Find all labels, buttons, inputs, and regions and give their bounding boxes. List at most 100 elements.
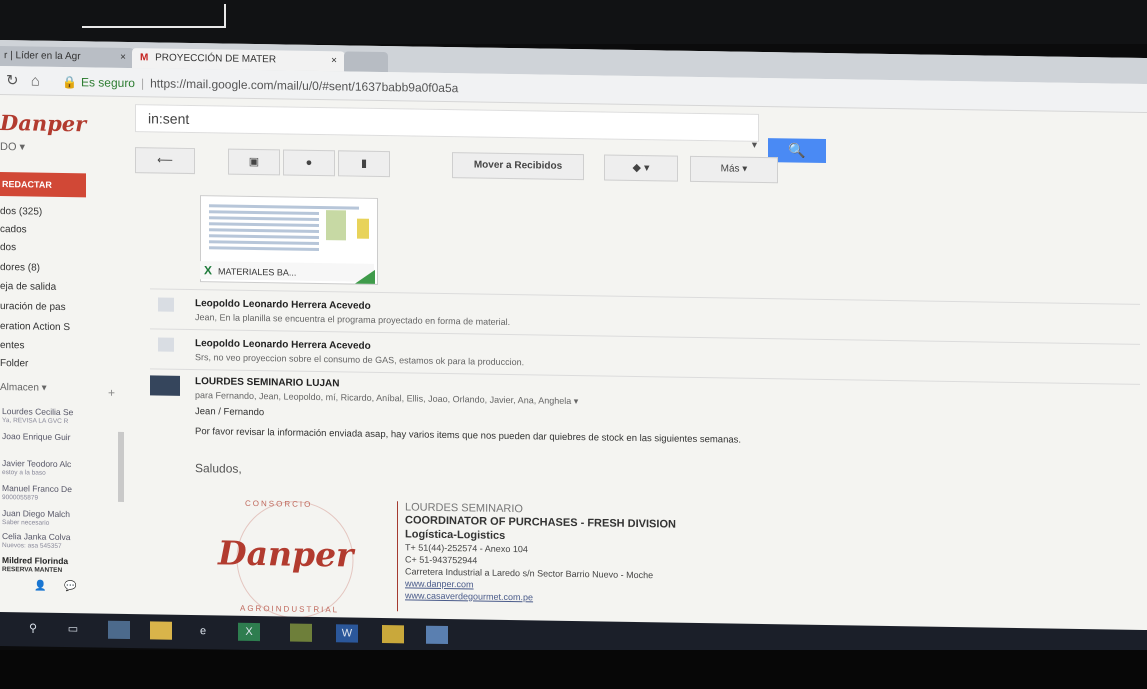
account-menu[interactable]: DO ▾ — [0, 140, 25, 153]
nav-buttons: ↻ ⌂ — [6, 71, 40, 90]
sticker-outline — [82, 4, 226, 28]
sheet-row — [209, 234, 319, 240]
signature-phone: T+ 51(44)-252574 - Anexo 104 — [405, 542, 528, 555]
close-tab-icon[interactable]: × — [331, 51, 337, 71]
message-salutation: Jean / Fernando — [195, 406, 265, 419]
lock-icon: 🔒 — [62, 74, 77, 90]
chat-contact[interactable]: Lourdes Cecilia Se Ya, REVISA LA GVC R — [2, 406, 73, 427]
sidebar-item-label-3[interactable]: entes — [0, 340, 24, 351]
delete-button[interactable]: ▮ — [338, 150, 390, 178]
url-field[interactable]: 🔒 Es seguro | https://mail.google.com/mail/… — [62, 75, 458, 95]
sidebar-item-starred[interactable]: cados — [0, 224, 27, 235]
attachment-name-bar[interactable]: X MATERIALES BA... — [200, 261, 374, 282]
message-recipients[interactable]: para Fernando, Jean, Leopoldo, mí, Ricar… — [195, 390, 578, 407]
tab-lider[interactable]: r | Líder en la Agr × — [0, 45, 134, 69]
folder-icon[interactable] — [150, 621, 172, 640]
close-tab-icon[interactable]: × — [120, 48, 126, 68]
danper-logo[interactable]: Danper — [0, 110, 86, 136]
chat-contact-status: 9000055879 — [2, 494, 39, 502]
sidebar-item-label-1[interactable]: uración de pas — [0, 301, 66, 313]
signature-department: Logística-Logistics — [405, 528, 506, 542]
file-explorer-icon[interactable] — [108, 620, 130, 640]
chat-status-almacen[interactable]: Almacen ▾ — [0, 382, 47, 394]
chat-contact-status: estoy a la baso — [2, 469, 46, 477]
search-icon[interactable]: ⚲ — [22, 619, 44, 637]
new-tab-button[interactable] — [344, 51, 388, 73]
report-spam-button[interactable]: ● — [283, 149, 335, 177]
back-button[interactable]: ⟵ — [135, 147, 195, 175]
seal-ring-top: CONSORCIO — [245, 498, 313, 509]
sheet-row — [209, 228, 319, 234]
chrome-icon[interactable] — [290, 623, 312, 642]
sidebar-item-inbox[interactable]: dos (325) — [0, 206, 42, 218]
sidebar-item-drafts[interactable]: dores (8) — [0, 262, 40, 274]
chat-contact[interactable]: Juan Diego Malch Saber necesario — [2, 508, 70, 529]
chat-contact[interactable]: Javier Teodoro Alc estoy a la baso — [2, 458, 71, 479]
tab-label: r | Líder en la Agr — [4, 50, 81, 63]
sidebar-item-sent[interactable]: dos — [0, 242, 16, 253]
chat-contact[interactable]: Mildred Florinda RESERVA MANTEN — [2, 555, 68, 576]
archive-icon: ▣ — [248, 155, 260, 169]
signature-name: LOURDES SEMINARIO — [405, 501, 523, 516]
archive-button[interactable]: ▣ — [228, 148, 280, 176]
spam-icon: ● — [305, 156, 313, 169]
avatar — [150, 375, 180, 396]
signature-web-link[interactable]: www.casaverdegourmet.com.pe — [405, 590, 533, 602]
chat-contact-status: Ya, REVISA LA GVC R — [2, 417, 69, 426]
secure-label: Es seguro — [80, 75, 135, 91]
url-text: https://mail.google.com/mail/u/0/#sent/1… — [150, 76, 459, 96]
message-body: Por favor revisar la información enviada… — [195, 426, 742, 446]
sheet-highlight — [357, 218, 369, 239]
sidebar-item-label-2[interactable]: eration Action S — [0, 321, 70, 333]
refresh-icon[interactable]: ↻ — [6, 72, 19, 89]
message-sender: Leopoldo Leonardo Herrera Acevedo — [195, 298, 371, 312]
word-icon[interactable]: W — [336, 624, 358, 643]
attachment-filename: MATERIALES BA... — [218, 266, 297, 278]
sidebar-item-folder[interactable]: Folder — [0, 358, 28, 369]
sheet-row — [209, 210, 319, 216]
message-sender: Leopoldo Leonardo Herrera Acevedo — [195, 338, 371, 352]
person-icon[interactable]: 👤 — [34, 581, 46, 592]
signature-cell: C+ 51-943752944 — [405, 554, 478, 566]
hangouts-icon[interactable]: 💬 — [64, 581, 76, 592]
chat-contact[interactable]: Celia Janka Colva Nuevos: asa 545357 — [2, 531, 71, 552]
chat-contact-status: RESERVA MANTEN — [2, 566, 63, 574]
sheet-row — [209, 240, 319, 246]
gmail-icon: M — [140, 52, 149, 64]
search-icon: 🔍 — [788, 142, 806, 159]
trash-icon: ▮ — [360, 157, 368, 170]
message-snippet: Srs, no veo proyeccion sobre el consumo … — [195, 352, 525, 368]
signature-divider — [397, 501, 398, 612]
signature-web-link[interactable]: www.danper.com — [405, 578, 474, 589]
message-snippet: Jean, En la planilla se encuentra el pro… — [195, 312, 511, 328]
chat-contact[interactable]: Manuel Franco De 9000055879 — [2, 483, 72, 504]
chat-contact[interactable]: Joao Enrique Guir — [2, 431, 71, 442]
search-input[interactable]: in:sent — [135, 104, 759, 142]
home-icon[interactable]: ⌂ — [31, 72, 40, 89]
excel-icon: X — [204, 263, 213, 278]
message-sender[interactable]: LOURDES SEMINARIO LUJAN — [195, 376, 339, 389]
labels-button[interactable]: ◆ ▾ — [604, 154, 678, 182]
add-contact-icon[interactable]: + — [108, 386, 115, 400]
sidebar-scrollbar[interactable] — [118, 431, 124, 502]
back-arrow-icon: ⟵ — [157, 154, 173, 167]
chat-contact-name: Joao Enrique Guir — [2, 431, 71, 443]
ie-icon[interactable]: e — [192, 622, 214, 640]
tab-label: PROYECCIÓN DE MATER — [155, 52, 277, 66]
sheet-row — [209, 216, 319, 222]
move-to-inbox-button[interactable]: Mover a Recibidos — [452, 152, 584, 181]
url-separator: | — [140, 76, 145, 91]
app-icon[interactable] — [426, 625, 448, 645]
search-query: in:sent — [148, 110, 190, 127]
sheets-corner-icon — [355, 269, 375, 284]
search-options-icon[interactable]: ▼ — [750, 140, 759, 150]
sheet-row — [209, 222, 319, 228]
app-icon[interactable] — [382, 625, 404, 644]
avatar — [158, 337, 174, 352]
task-view-icon[interactable]: ▭ — [62, 620, 84, 638]
excel-icon[interactable]: X — [238, 622, 260, 642]
more-button[interactable]: Más ▾ — [690, 155, 778, 184]
compose-button[interactable]: REDACTAR — [0, 172, 86, 198]
greeting: Saludos, — [195, 461, 242, 476]
sidebar-item-outbox[interactable]: eja de salida — [0, 281, 56, 293]
